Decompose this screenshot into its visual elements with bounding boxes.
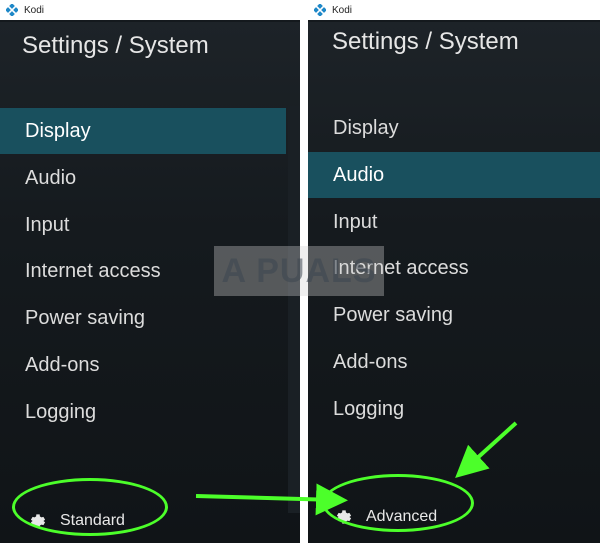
menu-item-display[interactable]: Display bbox=[308, 105, 600, 151]
menu-item-audio[interactable]: Audio bbox=[308, 151, 600, 198]
menu-item-add-ons[interactable]: Add-ons bbox=[0, 342, 286, 388]
menu-item-logging[interactable]: Logging bbox=[0, 389, 286, 435]
menu-item-add-ons[interactable]: Add-ons bbox=[308, 339, 600, 385]
kodi-logo-icon bbox=[6, 4, 18, 16]
page-title: Settings / System bbox=[332, 28, 519, 55]
scrollbar[interactable] bbox=[288, 106, 300, 513]
menu-item-audio[interactable]: Audio bbox=[0, 155, 286, 201]
menu-item-display[interactable]: Display bbox=[0, 108, 286, 154]
standard-highlight-ellipse bbox=[12, 478, 168, 536]
menu-item-input[interactable]: Input bbox=[308, 199, 600, 245]
watermark: A PUALS bbox=[214, 246, 384, 296]
menu-item-power-saving[interactable]: Power saving bbox=[0, 295, 286, 341]
window-title: Kodi bbox=[332, 4, 353, 16]
advanced-highlight-ellipse bbox=[322, 474, 474, 532]
menu-item-input[interactable]: Input bbox=[0, 202, 286, 248]
window-titlebar: Kodi bbox=[308, 0, 600, 20]
page-title: Settings / System bbox=[22, 32, 209, 59]
menu-item-logging[interactable]: Logging bbox=[308, 386, 600, 432]
window-titlebar: Kodi bbox=[0, 0, 300, 20]
menu-item-power-saving[interactable]: Power saving bbox=[308, 292, 600, 338]
window-title: Kodi bbox=[24, 4, 45, 16]
kodi-logo-icon bbox=[314, 4, 326, 16]
